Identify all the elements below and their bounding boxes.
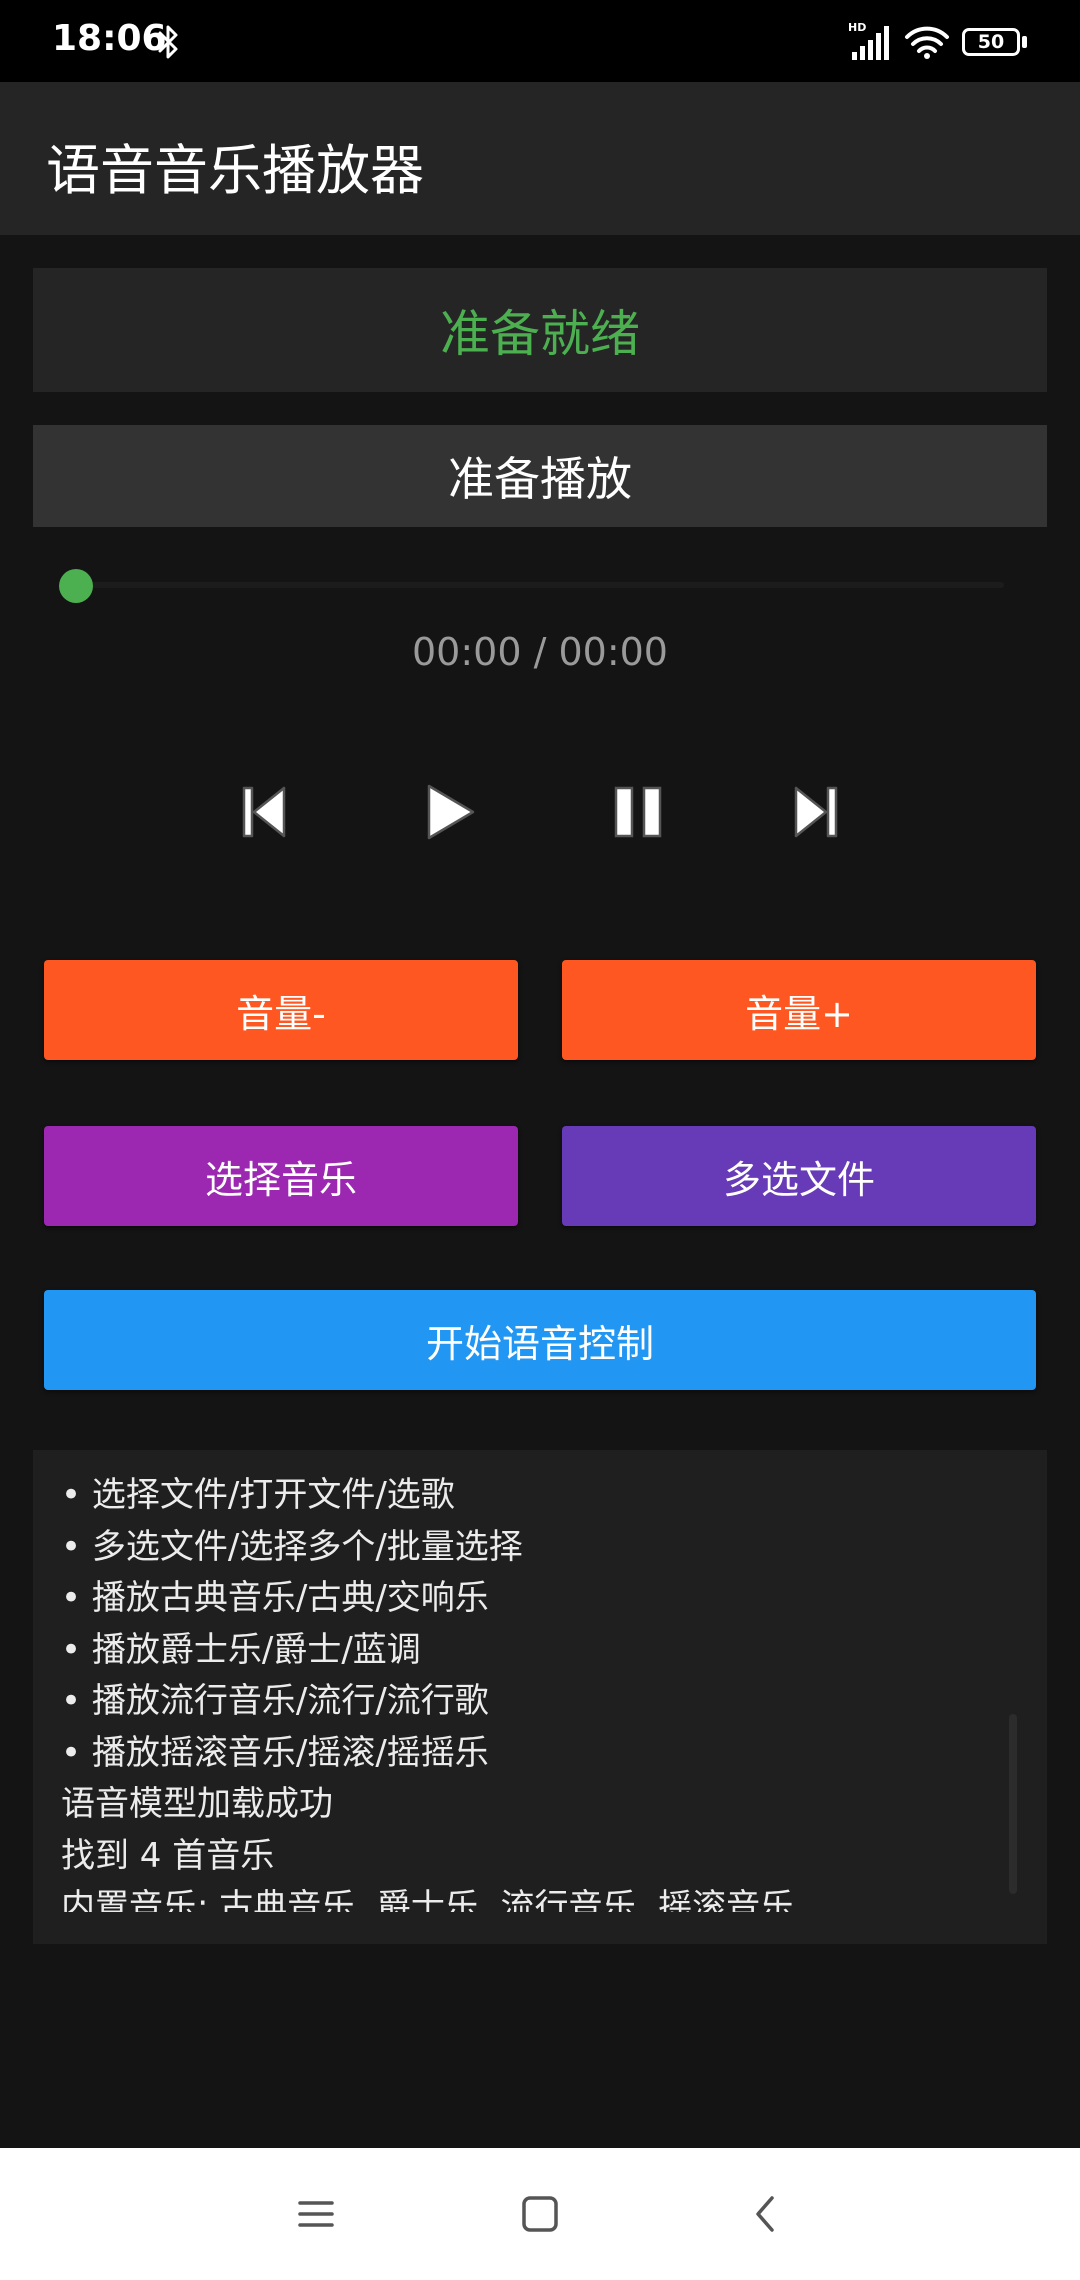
multi-select-button[interactable]: 多选文件 bbox=[562, 1126, 1036, 1226]
battery-level: 50 bbox=[962, 28, 1020, 56]
log-line: • 播放流行音乐/流行/流行歌 bbox=[61, 1681, 489, 1721]
play-button[interactable] bbox=[412, 776, 484, 848]
seek-bar[interactable] bbox=[76, 582, 1004, 588]
pause-button[interactable] bbox=[602, 776, 674, 848]
signal-icon: HD bbox=[848, 21, 889, 60]
svg-text:HD: HD bbox=[848, 21, 866, 34]
log-list: • 选择文件/打开文件/选歌 • 多选文件/选择多个/批量选择 • 播放古典音乐… bbox=[61, 1470, 1001, 1912]
status-time: 18:06 bbox=[52, 18, 167, 59]
log-line: • 多选文件/选择多个/批量选择 bbox=[61, 1526, 523, 1567]
log-line: 找到 4 首音乐 bbox=[61, 1835, 275, 1876]
previous-icon bbox=[242, 786, 286, 838]
home-icon[interactable] bbox=[514, 2188, 566, 2240]
seek-thumb[interactable] bbox=[59, 569, 93, 603]
log-line: • 选择文件/打开文件/选歌 bbox=[61, 1475, 455, 1515]
menu-icon[interactable] bbox=[290, 2188, 342, 2240]
log-line: 语音模型加载成功 bbox=[61, 1784, 333, 1824]
time-display: 00:00 / 00:00 bbox=[412, 630, 668, 674]
bluetooth-icon bbox=[158, 25, 178, 59]
log-line: 内置音乐: 古典音乐, 爵士乐, 流行音乐, 摇滚音乐 bbox=[61, 1887, 795, 1912]
battery-icon: 50 bbox=[962, 28, 1032, 60]
back-icon[interactable] bbox=[740, 2188, 792, 2240]
log-line: • 播放摇滚音乐/摇滚/摇摇乐 bbox=[61, 1732, 489, 1773]
play-icon bbox=[427, 784, 475, 840]
status-text: 准备就绪 bbox=[33, 268, 1047, 392]
status-bar: 18:06 HD 50 bbox=[0, 0, 1080, 82]
pause-icon bbox=[614, 786, 662, 838]
volume-up-button[interactable]: 音量+ bbox=[562, 960, 1036, 1060]
select-music-button[interactable]: 选择音乐 bbox=[44, 1126, 518, 1226]
voice-control-button[interactable]: 开始语音控制 bbox=[44, 1290, 1036, 1390]
log-line: • 播放爵士乐/爵士/蓝调 bbox=[61, 1629, 421, 1670]
log-line: • 播放古典音乐/古典/交响乐 bbox=[61, 1578, 489, 1618]
previous-button[interactable] bbox=[228, 776, 300, 848]
page-title: 语音音乐播放器 bbox=[46, 139, 424, 202]
navigation-bar bbox=[0, 2148, 1080, 2280]
volume-down-button[interactable]: 音量- bbox=[44, 960, 518, 1060]
next-icon bbox=[794, 786, 838, 838]
app-bar: 语音音乐播放器 bbox=[0, 82, 1080, 235]
log-panel[interactable]: • 选择文件/打开文件/选歌 • 多选文件/选择多个/批量选择 • 播放古典音乐… bbox=[33, 1450, 1047, 1944]
log-scrollbar[interactable] bbox=[1009, 1714, 1017, 1894]
track-title: 准备播放 bbox=[33, 425, 1047, 527]
next-button[interactable] bbox=[780, 776, 852, 848]
wifi-icon bbox=[905, 26, 949, 59]
